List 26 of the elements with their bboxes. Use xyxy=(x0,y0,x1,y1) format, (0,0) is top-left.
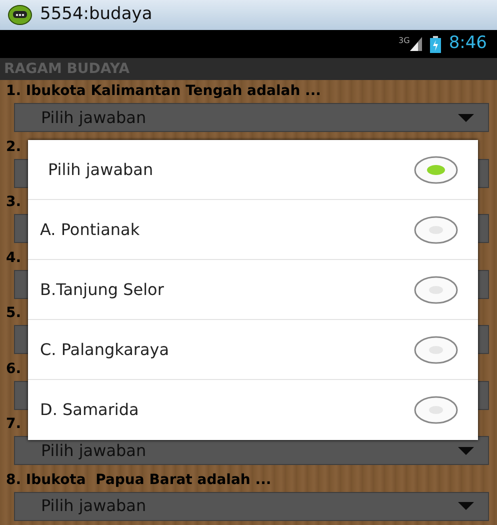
question-label: 1. Ibukota Kalimantan Tengah adalah ... xyxy=(6,83,321,99)
option-item[interactable]: C. Palangkaraya xyxy=(28,320,478,380)
question-label: 7. xyxy=(6,416,22,432)
question-label: 3. xyxy=(6,194,22,210)
option-item[interactable]: Pilih jawaban xyxy=(28,140,478,200)
question-label: 2. xyxy=(6,138,22,154)
option-item[interactable]: B.Tanjung Selor xyxy=(28,260,478,320)
question-label: 5. xyxy=(6,305,22,321)
option-item[interactable]: A. Pontianak xyxy=(28,200,478,260)
radio-button[interactable] xyxy=(414,336,458,364)
window-title: 5554:budaya xyxy=(40,3,152,26)
question-label: 4. xyxy=(6,250,22,266)
radio-button[interactable] xyxy=(414,276,458,304)
app-icon xyxy=(8,5,32,25)
caret-icon xyxy=(458,114,474,122)
radio-button[interactable] xyxy=(414,216,458,244)
clock: 8:46 xyxy=(448,32,487,56)
network-type: 3G xyxy=(398,37,410,45)
caret-icon xyxy=(458,446,474,454)
radio-button[interactable] xyxy=(414,156,458,184)
question-label: 6. xyxy=(6,360,22,376)
radio-button[interactable] xyxy=(414,396,458,424)
signal-icon xyxy=(410,37,422,51)
battery-icon xyxy=(430,36,441,52)
question-label: 8. Ibukota Papua Barat adalah ... xyxy=(6,472,272,488)
caret-icon xyxy=(458,502,474,510)
